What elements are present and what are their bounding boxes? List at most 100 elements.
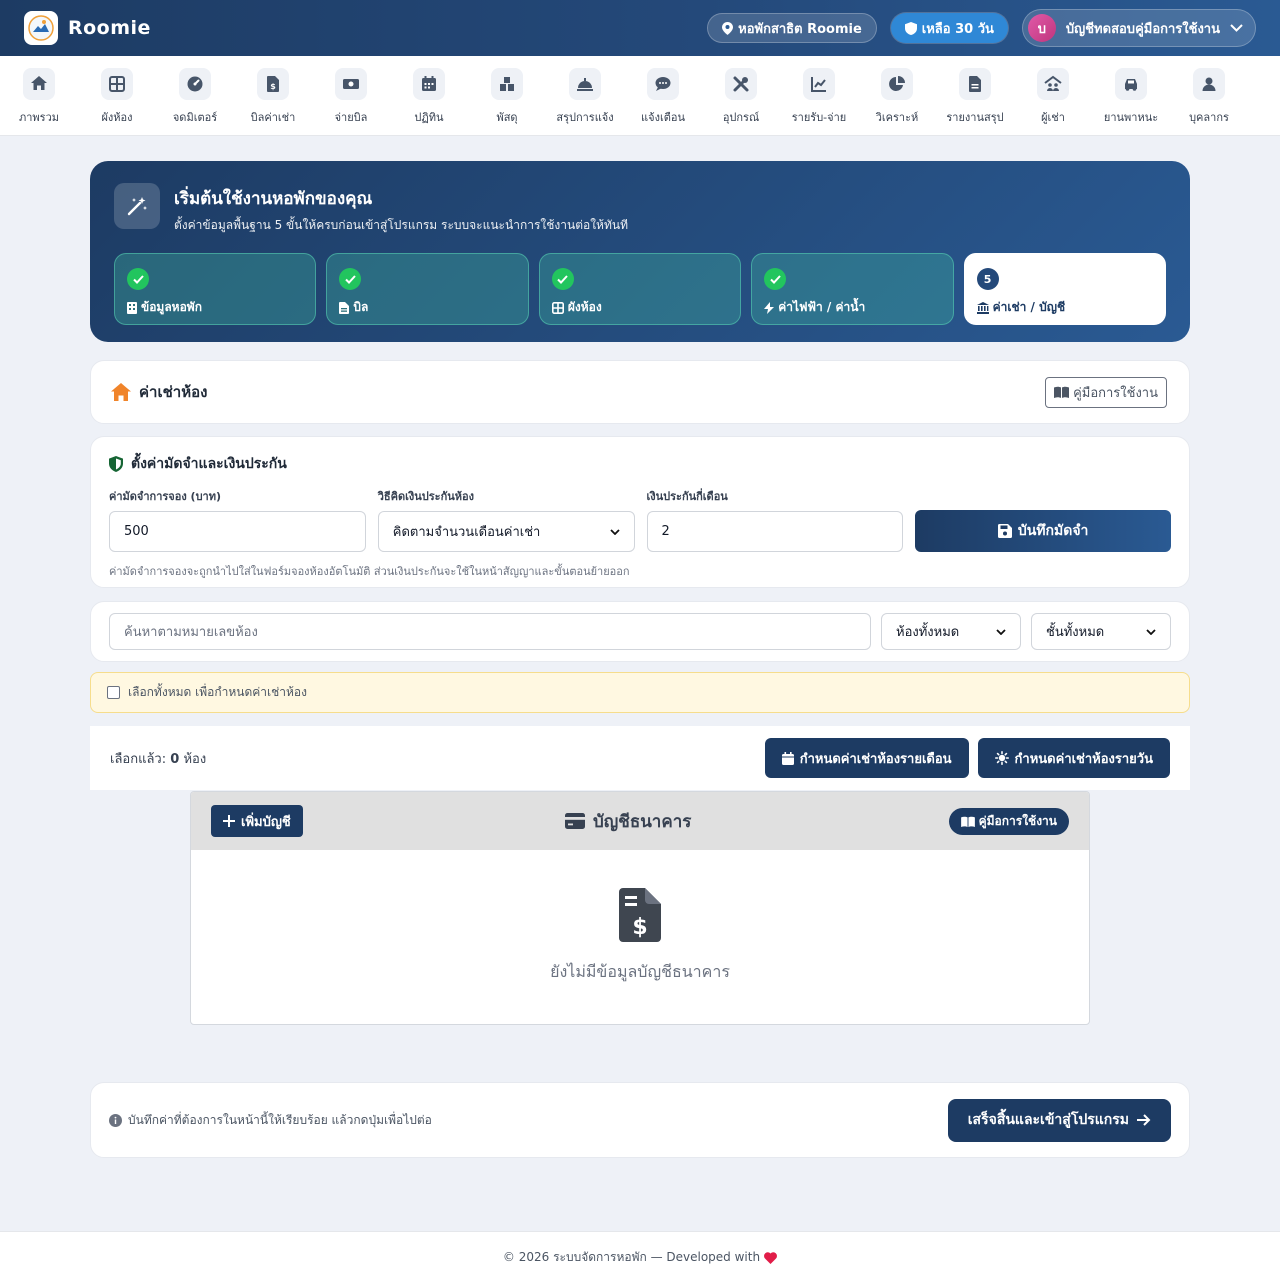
nav-item[interactable]: สรุปการแจ้ง — [546, 56, 624, 135]
step-number: 5 — [976, 268, 999, 290]
page-title: ค่าเช่าห้อง — [139, 383, 208, 401]
add-account-button[interactable]: เพิ่มบัญชี — [211, 805, 303, 837]
nav-item[interactable]: รายรับ-จ่าย — [780, 56, 858, 135]
empty-state: $ ยังไม่มีข้อมูลบัญชีธนาคาร — [191, 850, 1089, 985]
building-icon — [127, 301, 137, 314]
nav-item[interactable]: วิเคราะห์ — [858, 56, 936, 135]
bank-icon — [976, 301, 989, 314]
deposit-months-label: เงินประกันกี่เดือน — [646, 490, 728, 503]
room-filter-select[interactable]: ห้องทั้งหมด — [881, 613, 1021, 650]
nav-item[interactable]: บุคลากร — [1170, 56, 1248, 135]
nav-item[interactable]: จ่ายบิล — [312, 56, 390, 135]
check-icon — [551, 268, 574, 290]
nav-item[interactable]: ผู้เช่า — [1014, 56, 1092, 135]
user-menu[interactable]: บ บัญชีทดสอบคู่มือการใช้งาน — [1021, 9, 1256, 47]
nav-item[interactable]: ยานพาหนะ — [1092, 56, 1170, 135]
selected-number: 0 — [170, 751, 180, 767]
money-icon — [335, 68, 367, 100]
deposit-months-input[interactable]: 2 — [646, 511, 904, 552]
calendar-icon — [781, 751, 794, 765]
nav-item-label: พัสดุ — [496, 111, 518, 124]
deposit-title: ตั้งค่ามัดจำและเงินประกัน — [131, 456, 287, 472]
booking-deposit-label: ค่ามัดจำการจอง (บาท) — [109, 490, 222, 503]
calendar-icon — [413, 68, 445, 100]
bank-manual-button[interactable]: คู่มือการใช้งาน — [948, 807, 1069, 835]
selected-suffix: ห้อง — [183, 751, 207, 767]
deposit-method-select[interactable]: คิดตามจำนวนเดือนค่าเช่า — [377, 511, 635, 552]
dorm-name: หอพักสาธิต Roomie — [738, 21, 862, 37]
monthly-rent-label: กำหนดค่าเช่าห้องรายเดือน — [799, 751, 952, 767]
step-dorm-info[interactable]: ข้อมูลหอพัก — [114, 253, 317, 325]
set-daily-rent-button[interactable]: กำหนดค่าเช่าห้องรายวัน — [977, 738, 1170, 778]
grid-icon — [551, 301, 564, 314]
room-search-input[interactable]: ค้นหาตามหมายเลขห้อง — [109, 613, 871, 650]
finish-setup-button[interactable]: เสร็จสิ้นและเข้าสู่โปรแกรม — [947, 1098, 1171, 1142]
avatar: บ — [1027, 14, 1056, 42]
file-icon — [959, 68, 991, 100]
car-icon — [1115, 68, 1147, 100]
nav-item[interactable]: รายงานสรุป — [936, 56, 1014, 135]
empty-text: ยังไม่มีข้อมูลบัญชีธนาคาร — [550, 962, 730, 981]
check-icon — [339, 268, 362, 290]
map-pin-icon — [722, 21, 734, 35]
step-rent-account[interactable]: 5 ค่าเช่า / บัญชี — [963, 253, 1167, 325]
onboarding-hero: เริ่มต้นใช้งานหอพักของคุณ ตั้งค่าข้อมูลพ… — [90, 161, 1190, 342]
finish-note-text: บันทึกค่าที่ต้องการในหน้านี้ให้เรียบร้อย… — [128, 1112, 432, 1127]
step-label: ผังห้อง — [567, 300, 602, 314]
save-deposit-button[interactable]: บันทึกมัดจำ — [915, 510, 1171, 552]
tools-icon — [725, 68, 757, 100]
nav-item[interactable]: ปฏิทิน — [390, 56, 468, 135]
chart-line-icon — [803, 68, 835, 100]
selected-prefix: เลือกแล้ว: — [110, 751, 167, 767]
brand-name[interactable]: Roomie — [68, 17, 151, 39]
manual-button[interactable]: คู่มือการใช้งาน — [1045, 376, 1167, 408]
selection-action-bar: เลือกแล้ว: 0 ห้อง กำหนดค่าเช่าห้องรายเดื… — [90, 726, 1190, 790]
nav-item-label: จ่ายบิล — [334, 111, 368, 124]
booking-deposit-input[interactable]: 500 — [109, 511, 366, 552]
nav-item[interactable]: $ บิลค่าเช่า — [234, 56, 312, 135]
bolt-icon — [764, 301, 775, 314]
nav-item[interactable]: จดมิเตอร์ — [156, 56, 234, 135]
nav-item[interactable]: พัสดุ — [468, 56, 546, 135]
set-monthly-rent-button[interactable]: กำหนดค่าเช่าห้องรายเดือน — [764, 738, 969, 778]
nav-item-label: ผู้เช่า — [1041, 111, 1065, 124]
deposit-hint: ค่ามัดจำการจองจะถูกนำไปใส่ในฟอร์มจองห้อง… — [109, 565, 630, 578]
nav-item-label: บิลค่าเช่า — [250, 111, 296, 124]
step-room-layout[interactable]: ผังห้อง — [538, 253, 742, 325]
heart-icon — [764, 1251, 778, 1264]
nav-item-label: รายงานสรุป — [946, 111, 1004, 124]
roomie-logo[interactable] — [24, 11, 58, 45]
floor-filter-select[interactable]: ชั้นทั้งหมด — [1031, 613, 1171, 650]
pie-chart-icon — [881, 68, 913, 100]
credit-card-icon — [565, 813, 585, 829]
check-icon — [127, 268, 149, 290]
room-filter-card: ค้นหาตามหมายเลขห้อง ห้องทั้งหมด ชั้นทั้ง… — [90, 601, 1190, 662]
hero-title: เริ่มต้นใช้งานหอพักของคุณ — [174, 189, 373, 209]
arrow-right-icon — [1137, 1114, 1151, 1126]
select-all-checkbox[interactable] — [107, 686, 120, 699]
step-bill[interactable]: บิล — [326, 253, 529, 325]
chevron-down-icon — [996, 628, 1006, 635]
hero-subtitle: ตั้งค่าข้อมูลพื้นฐาน 5 ขั้นให้ครบก่อนเข้… — [174, 218, 628, 232]
nav-item-label: รายรับ-จ่าย — [791, 111, 847, 124]
floor-filter-value: ชั้นทั้งหมด — [1046, 625, 1105, 640]
nav-item[interactable]: ผังห้อง — [78, 56, 156, 135]
nav-item[interactable]: แจ้งเตือน — [624, 56, 702, 135]
deposit-method-label: วิธีคิดเงินประกันห้อง — [377, 490, 474, 503]
save-deposit-label: บันทึกมัดจำ — [1017, 523, 1089, 539]
step-label: ข้อมูลหอพัก — [141, 300, 202, 314]
nav-item[interactable]: อุปกรณ์ — [702, 56, 780, 135]
deposit-method-field: วิธีคิดเงินประกันห้อง คิดตามจำนวนเดือนค่… — [377, 487, 635, 552]
room-filter-value: ห้องทั้งหมด — [896, 625, 960, 640]
step-utilities[interactable]: ค่าไฟฟ้า / ค่าน้ำ — [751, 253, 954, 325]
dorm-location-pill[interactable]: หอพักสาธิต Roomie — [707, 13, 877, 43]
add-account-label: เพิ่มบัญชี — [241, 814, 291, 830]
home-icon — [23, 68, 55, 100]
select-all-bar: เลือกทั้งหมด เพื่อกำหนดค่าเช่าห้อง — [90, 672, 1190, 713]
trial-days-badge[interactable]: เหลือ 30 วัน — [890, 13, 1008, 43]
deposit-months-field: เงินประกันกี่เดือน 2 — [646, 487, 904, 552]
nav-item[interactable]: ภาพรวม — [0, 56, 78, 135]
user-icon — [1193, 68, 1225, 100]
footer: © 2026 ระบบจัดการหอพัก — Developed with — [0, 1231, 1280, 1283]
select-all-label[interactable]: เลือกทั้งหมด เพื่อกำหนดค่าเช่าห้อง — [128, 683, 307, 702]
